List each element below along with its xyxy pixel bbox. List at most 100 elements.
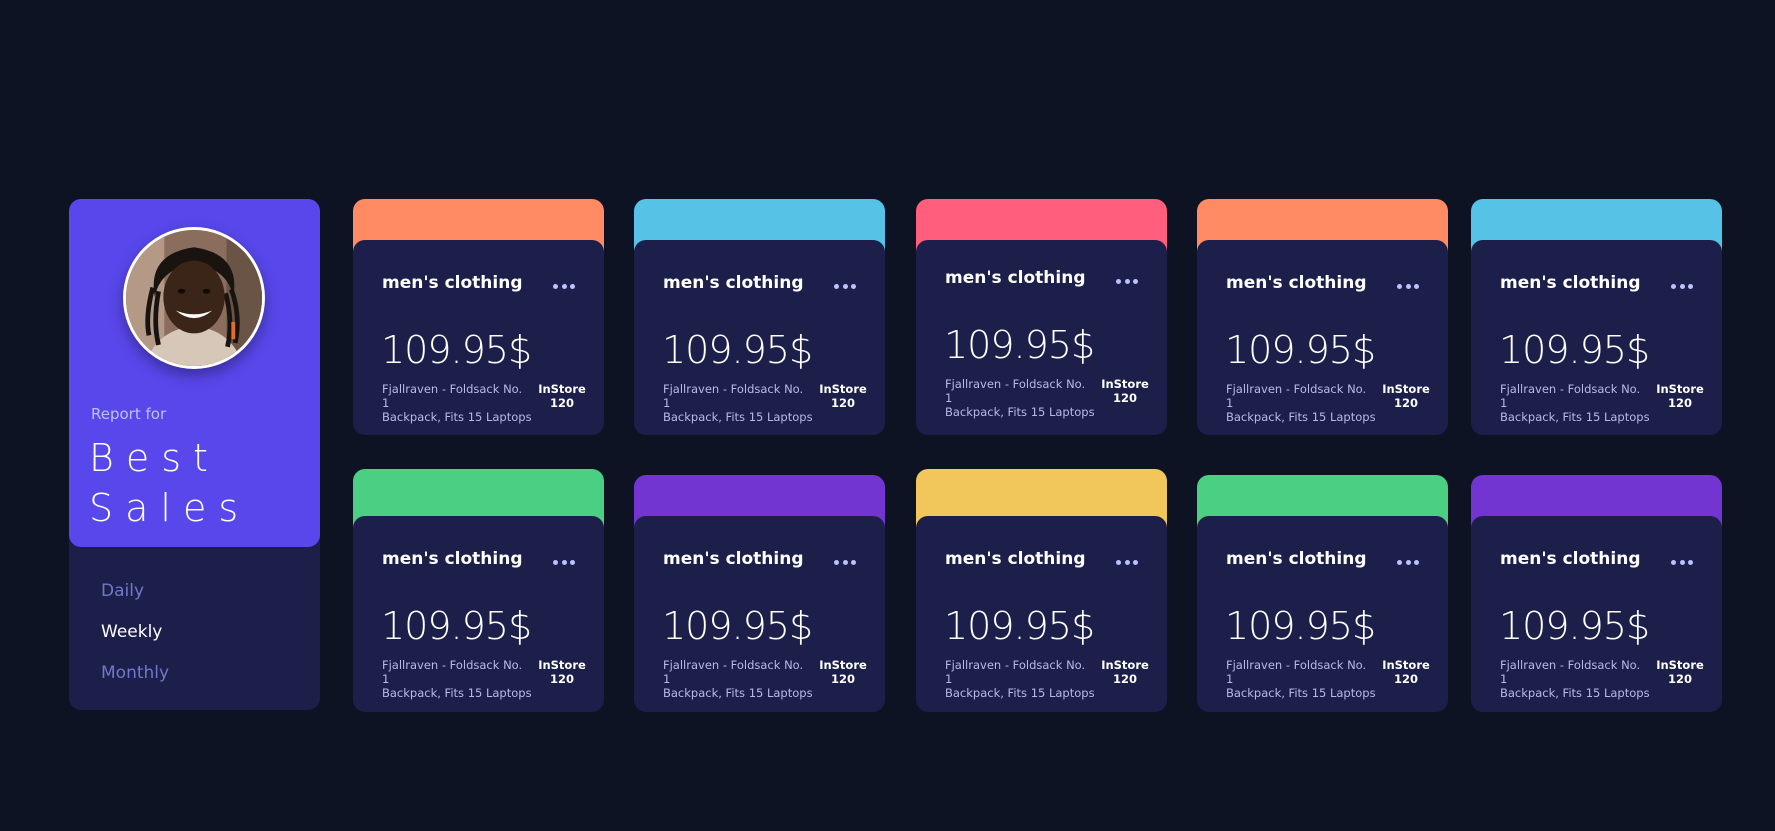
card-stock: InStore 120 xyxy=(817,382,869,410)
card-category: men's clothing xyxy=(1226,273,1367,293)
card-description: Fjallraven - Foldsack No. 1 Backpack, Fit… xyxy=(1500,658,1650,700)
card-category: men's clothing xyxy=(663,273,804,293)
card-description-line: Fjallraven - Foldsack No. 1 xyxy=(663,658,804,686)
ellipsis-icon[interactable] xyxy=(1671,284,1693,289)
card-price: 109.95$ xyxy=(662,604,813,648)
card-description-line: Backpack, Fits 15 Laptops xyxy=(945,686,1095,700)
card-category: men's clothing xyxy=(1226,549,1367,569)
card-category: men's clothing xyxy=(663,549,804,569)
card-description-line: Fjallraven - Foldsack No. 1 xyxy=(663,382,804,410)
card-stock: InStore 120 xyxy=(536,658,588,686)
card-stock: InStore 120 xyxy=(1380,382,1432,410)
ellipsis-icon[interactable] xyxy=(1116,279,1138,284)
ellipsis-icon[interactable] xyxy=(834,284,856,289)
period-weekly[interactable]: Weekly xyxy=(101,612,169,653)
card-category: men's clothing xyxy=(1500,273,1641,293)
card-stock-count: 120 xyxy=(830,672,855,686)
card-price: 109.95$ xyxy=(944,604,1095,648)
card-stock-count: 120 xyxy=(1112,391,1137,405)
ellipsis-icon[interactable] xyxy=(1397,284,1419,289)
card-stock-label: InStore xyxy=(538,658,586,672)
card-description-line: Fjallraven - Foldsack No. 1 xyxy=(1500,382,1641,410)
card-stock-count: 120 xyxy=(830,396,855,410)
report-title-line: Best xyxy=(89,436,220,480)
card-body: men's clothing 109.95$ Fjallraven - Fold… xyxy=(634,516,885,712)
card-body: men's clothing 109.95$ Fjallraven - Fold… xyxy=(916,240,1167,435)
card-body: men's clothing 109.95$ Fjallraven - Fold… xyxy=(634,240,885,435)
card-category: men's clothing xyxy=(382,549,523,569)
card-description: Fjallraven - Foldsack No. 1 Backpack, Fit… xyxy=(382,382,532,424)
card-body: men's clothing 109.95$ Fjallraven - Fold… xyxy=(1471,516,1722,712)
report-title: Best Sales xyxy=(89,433,309,533)
card-description-line: Backpack, Fits 15 Laptops xyxy=(1500,686,1650,700)
card-stock-label: InStore xyxy=(819,658,867,672)
card-stock-count: 120 xyxy=(549,396,574,410)
card-body: men's clothing 109.95$ Fjallraven - Fold… xyxy=(1197,516,1448,712)
card-stock: InStore 120 xyxy=(1099,658,1151,686)
period-monthly[interactable]: Monthly xyxy=(101,653,169,694)
card-description-line: Backpack, Fits 15 Laptops xyxy=(945,405,1095,419)
ellipsis-icon[interactable] xyxy=(834,560,856,565)
card-body: men's clothing 109.95$ Fjallraven - Fold… xyxy=(1471,240,1722,435)
card-category: men's clothing xyxy=(1500,549,1641,569)
card-category: men's clothing xyxy=(382,273,523,293)
card-stock-label: InStore xyxy=(1382,382,1430,396)
card-stock-label: InStore xyxy=(538,382,586,396)
period-daily[interactable]: Daily xyxy=(101,571,169,612)
card-stock-label: InStore xyxy=(819,382,867,396)
card-description: Fjallraven - Foldsack No. 1 Backpack, Fit… xyxy=(663,658,813,700)
card-stock-count: 120 xyxy=(1667,672,1692,686)
card-description-line: Backpack, Fits 15 Laptops xyxy=(1500,410,1650,424)
card-price: 109.95$ xyxy=(381,328,532,372)
card-description-line: Backpack, Fits 15 Laptops xyxy=(663,686,813,700)
card-description: Fjallraven - Foldsack No. 1 Backpack, Fit… xyxy=(1500,382,1650,424)
ellipsis-icon[interactable] xyxy=(553,560,575,565)
card-category: men's clothing xyxy=(945,268,1086,288)
ellipsis-icon[interactable] xyxy=(1116,560,1138,565)
card-body: men's clothing 109.95$ Fjallraven - Fold… xyxy=(353,240,604,435)
card-stock-label: InStore xyxy=(1656,382,1704,396)
card-stock: InStore 120 xyxy=(536,382,588,410)
card-stock: InStore 120 xyxy=(1654,382,1706,410)
card-description-line: Backpack, Fits 15 Laptops xyxy=(1226,410,1376,424)
report-for-label: Report for xyxy=(91,405,167,423)
card-stock-count: 120 xyxy=(1393,672,1418,686)
card-stock: InStore 120 xyxy=(1099,377,1151,405)
card-price: 109.95$ xyxy=(1499,328,1650,372)
card-description-line: Fjallraven - Foldsack No. 1 xyxy=(945,658,1086,686)
card-description: Fjallraven - Foldsack No. 1 Backpack, Fit… xyxy=(945,658,1095,700)
ellipsis-icon[interactable] xyxy=(1671,560,1693,565)
card-price: 109.95$ xyxy=(1225,604,1376,648)
card-stock: InStore 120 xyxy=(1380,658,1432,686)
card-stock-label: InStore xyxy=(1382,658,1430,672)
avatar xyxy=(123,227,265,369)
card-description-line: Fjallraven - Foldsack No. 1 xyxy=(1226,382,1367,410)
card-description-line: Backpack, Fits 15 Laptops xyxy=(382,410,532,424)
card-description: Fjallraven - Foldsack No. 1 Backpack, Fit… xyxy=(663,382,813,424)
card-description-line: Fjallraven - Foldsack No. 1 xyxy=(945,377,1086,405)
card-category: men's clothing xyxy=(945,549,1086,569)
period-selector: Daily Weekly Monthly xyxy=(101,571,169,694)
ellipsis-icon[interactable] xyxy=(553,284,575,289)
card-description: Fjallraven - Foldsack No. 1 Backpack, Fit… xyxy=(1226,658,1376,700)
card-description-line: Backpack, Fits 15 Laptops xyxy=(1226,686,1376,700)
card-body: men's clothing 109.95$ Fjallraven - Fold… xyxy=(1197,240,1448,435)
card-stock-count: 120 xyxy=(1393,396,1418,410)
card-price: 109.95$ xyxy=(381,604,532,648)
ellipsis-icon[interactable] xyxy=(1397,560,1419,565)
card-description-line: Backpack, Fits 15 Laptops xyxy=(663,410,813,424)
card-description-line: Fjallraven - Foldsack No. 1 xyxy=(1226,658,1367,686)
card-description: Fjallraven - Foldsack No. 1 Backpack, Fit… xyxy=(945,377,1095,419)
card-stock-count: 120 xyxy=(1667,396,1692,410)
card-description-line: Fjallraven - Foldsack No. 1 xyxy=(382,658,523,686)
card-price: 109.95$ xyxy=(1225,328,1376,372)
profile-header: Report for Best Sales xyxy=(69,199,320,547)
card-body: men's clothing 109.95$ Fjallraven - Fold… xyxy=(353,516,604,712)
card-stock-label: InStore xyxy=(1101,658,1149,672)
report-title-line: Sales xyxy=(89,486,251,530)
card-description: Fjallraven - Foldsack No. 1 Backpack, Fit… xyxy=(382,658,532,700)
card-stock-count: 120 xyxy=(549,672,574,686)
card-description-line: Fjallraven - Foldsack No. 1 xyxy=(382,382,523,410)
card-price: 109.95$ xyxy=(944,323,1095,367)
card-stock-label: InStore xyxy=(1101,377,1149,391)
